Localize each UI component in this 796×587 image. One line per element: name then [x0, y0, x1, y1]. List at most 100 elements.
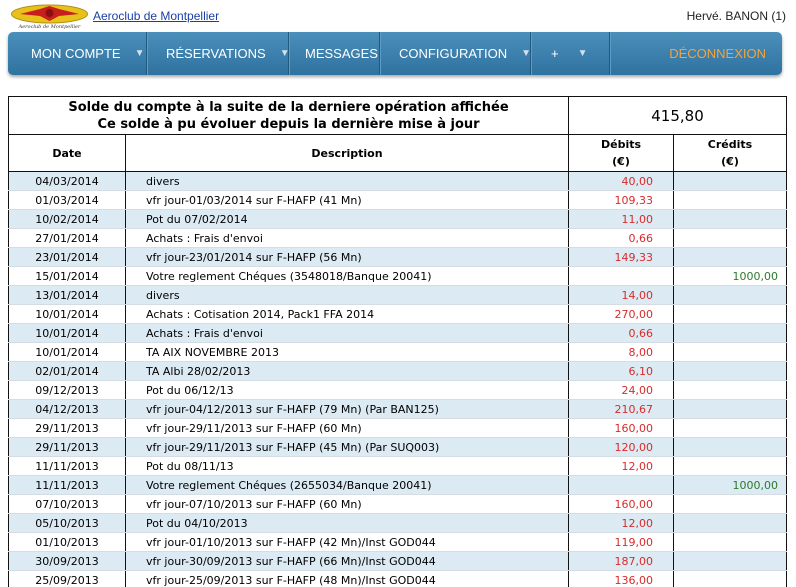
cell-date: 27/01/2014	[8, 228, 126, 248]
cell-debit: 210,67	[568, 399, 675, 419]
cell-description: Pot du 06/12/13	[124, 380, 570, 400]
cell-description: vfr jour-01/10/2013 sur F-HAFP (42 Mn)/I…	[124, 532, 570, 552]
cell-date: 29/11/2013	[8, 418, 126, 438]
cell-debit: 14,00	[568, 285, 675, 305]
table-row: 13/01/2014 divers 14,00	[8, 285, 788, 305]
chevron-down-icon: ▼	[521, 48, 531, 59]
cell-date: 15/01/2014	[8, 266, 126, 286]
col-debits-label: Débits	[600, 138, 642, 151]
nav-messages[interactable]: MESSAGES	[289, 32, 380, 75]
cell-date: 23/01/2014	[8, 247, 126, 267]
cell-credit	[673, 456, 788, 476]
cell-debit: 6,10	[568, 361, 675, 381]
cell-credit	[673, 285, 788, 305]
cell-date: 11/11/2013	[8, 456, 126, 476]
cell-debit: 24,00	[568, 380, 675, 400]
table-header: Date Description Débits (€) Crédits (€)	[8, 134, 788, 172]
cell-debit: 109,33	[568, 190, 675, 210]
cell-date: 10/01/2014	[8, 323, 126, 343]
cell-credit	[673, 513, 788, 533]
nav-reservations[interactable]: RÉSERVATIONS ▼	[147, 32, 290, 75]
cell-credit	[673, 228, 788, 248]
logout-button[interactable]: DÉCONNEXION	[610, 32, 782, 75]
site-name-link[interactable]: Aeroclub de Montpellier	[93, 9, 219, 23]
cell-credit	[673, 418, 788, 438]
cell-debit: 0,66	[568, 228, 675, 248]
nav-label: CONFIGURATION	[399, 46, 508, 61]
cell-date: 29/11/2013	[8, 437, 126, 457]
cell-description: vfr jour-04/12/2013 sur F-HAFP (79 Mn) (…	[124, 399, 570, 419]
logo-caption: Aeroclub de Montpellier	[18, 24, 81, 30]
table-row: 10/02/2014 Pot du 07/02/2014 11,00	[8, 209, 788, 229]
table-row: 04/12/2013 vfr jour-04/12/2013 sur F-HAFP…	[8, 399, 788, 419]
cell-debit	[568, 475, 675, 495]
nav-configuration[interactable]: CONFIGURATION ▼	[380, 32, 531, 75]
nav-label: RÉSERVATIONS	[166, 46, 266, 61]
cell-debit: 120,00	[568, 437, 675, 457]
account-statement: Solde du compte à la suite de la dernier…	[7, 96, 788, 587]
cell-credit	[673, 247, 788, 267]
nav-more[interactable]: + ▼	[531, 32, 610, 75]
col-credits: Crédits (€)	[673, 134, 788, 172]
cell-debit	[568, 266, 675, 286]
nav-label: MESSAGES	[305, 46, 378, 61]
cell-description: Achats : Frais d'envoi	[124, 228, 570, 248]
table-row: 29/11/2013 vfr jour-29/11/2013 sur F-HAFP…	[8, 418, 788, 438]
cell-description: Pot du 04/10/2013	[124, 513, 570, 533]
cell-description: Achats : Frais d'envoi	[124, 323, 570, 343]
cell-description: Votre reglement Chéques (3548018/Banque …	[124, 266, 570, 286]
cell-description: TA Albi 28/02/2013	[124, 361, 570, 381]
cell-credit	[673, 437, 788, 457]
cell-credit	[673, 570, 788, 587]
cell-credit: 1000,00	[673, 266, 788, 286]
main-nav: MON COMPTE ▼ RÉSERVATIONS ▼ MESSAGES CON…	[8, 32, 782, 75]
cell-date: 07/10/2013	[8, 494, 126, 514]
cell-debit: 187,00	[568, 551, 675, 571]
cell-credit	[673, 551, 788, 571]
table-row: 09/12/2013 Pot du 06/12/13 24,00	[8, 380, 788, 400]
cell-description: Pot du 08/11/13	[124, 456, 570, 476]
cell-debit: 119,00	[568, 532, 675, 552]
chevron-down-icon: ▼	[577, 48, 588, 59]
cell-debit: 160,00	[568, 494, 675, 514]
cell-description: vfr jour-01/03/2014 sur F-HAFP (41 Mn)	[124, 190, 570, 210]
cell-debit: 12,00	[568, 456, 675, 476]
cell-debit: 40,00	[568, 171, 675, 191]
table-row: 27/01/2014 Achats : Frais d'envoi 0,66	[8, 228, 788, 248]
cell-credit	[673, 532, 788, 552]
cell-description: divers	[124, 171, 570, 191]
cell-credit	[673, 171, 788, 191]
table-row: 11/11/2013 Pot du 08/11/13 12,00	[8, 456, 788, 476]
col-debits-unit: (€)	[612, 155, 630, 168]
cell-description: TA AIX NOVEMBRE 2013	[124, 342, 570, 362]
cell-date: 30/09/2013	[8, 551, 126, 571]
cell-debit: 12,00	[568, 513, 675, 533]
cell-description: vfr jour-07/10/2013 sur F-HAFP (60 Mn)	[124, 494, 570, 514]
table-row: 30/09/2013 vfr jour-30/09/2013 sur F-HAFP…	[8, 551, 788, 571]
cell-debit: 8,00	[568, 342, 675, 362]
cell-date: 01/10/2013	[8, 532, 126, 552]
col-credits-unit: (€)	[721, 155, 739, 168]
balance-row: Solde du compte à la suite de la dernier…	[7, 96, 788, 135]
cell-date: 04/03/2014	[8, 171, 126, 191]
cell-debit: 160,00	[568, 418, 675, 438]
cell-date: 01/03/2014	[8, 190, 126, 210]
cell-credit	[673, 361, 788, 381]
col-description: Description	[124, 134, 570, 172]
cell-date: 10/02/2014	[8, 209, 126, 229]
cell-credit	[673, 209, 788, 229]
aeroclub-logo[interactable]: Aeroclub de Montpellier	[10, 3, 89, 30]
nav-label: +	[551, 46, 559, 61]
cell-description: vfr jour-30/09/2013 sur F-HAFP (66 Mn)/I…	[124, 551, 570, 571]
cell-debit: 0,66	[568, 323, 675, 343]
table-row: 29/11/2013 vfr jour-29/11/2013 sur F-HAFP…	[8, 437, 788, 457]
cell-description: Votre reglement Chéques (2655034/Banque …	[124, 475, 570, 495]
cell-description: Achats : Cotisation 2014, Pack1 FFA 2014	[124, 304, 570, 324]
cell-credit	[673, 380, 788, 400]
nav-mon-compte[interactable]: MON COMPTE ▼	[8, 32, 147, 75]
top-bar: Aeroclub de Montpellier Aeroclub de Mont…	[0, 0, 796, 32]
cell-debit: 270,00	[568, 304, 675, 324]
cell-debit: 149,33	[568, 247, 675, 267]
cell-date: 13/01/2014	[8, 285, 126, 305]
cell-date: 10/01/2014	[8, 342, 126, 362]
